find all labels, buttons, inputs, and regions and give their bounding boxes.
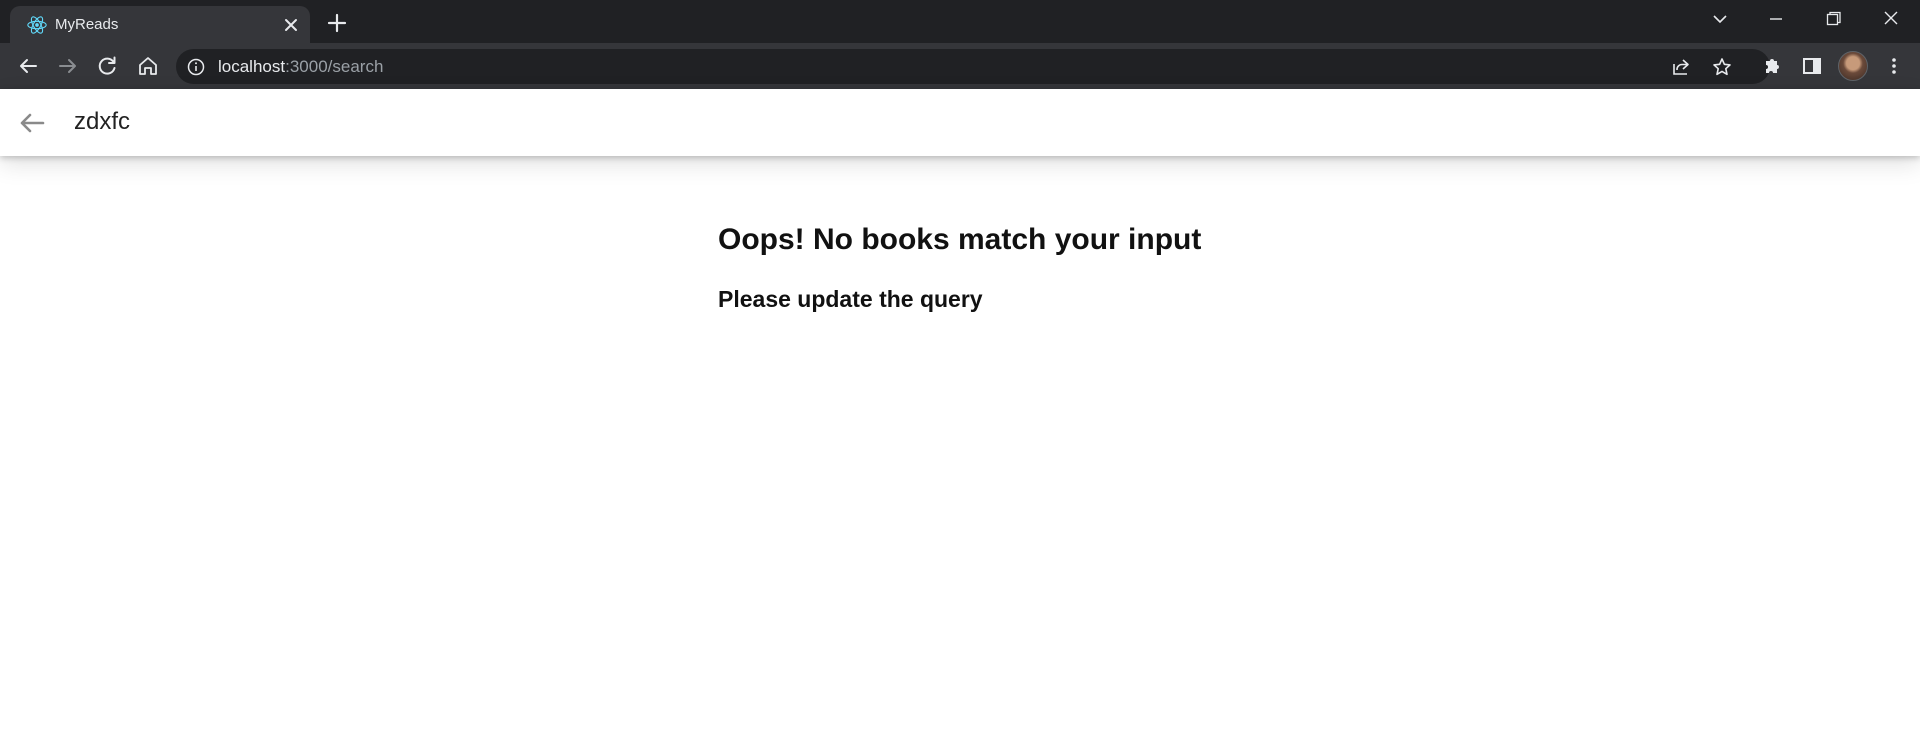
share-icon[interactable] — [1670, 56, 1692, 78]
new-tab-icon[interactable] — [324, 10, 350, 36]
close-tab-icon[interactable] — [281, 15, 301, 35]
search-input[interactable] — [62, 101, 1862, 143]
star-icon[interactable] — [1711, 56, 1733, 78]
no-results-subheading: Please update the query — [718, 286, 983, 312]
address-url: localhost:3000/search — [218, 57, 383, 77]
minimize-icon[interactable] — [1760, 6, 1792, 32]
browser-tab[interactable]: MyReads — [10, 6, 310, 43]
reload-icon[interactable] — [93, 52, 121, 80]
address-bar[interactable]: localhost:3000/search — [176, 49, 1770, 84]
search-books-bar — [0, 89, 1920, 156]
browser-toolbar: localhost:3000/search — [0, 43, 1920, 89]
back-icon[interactable] — [14, 52, 42, 80]
profile-avatar[interactable] — [1838, 51, 1868, 81]
restore-icon[interactable] — [1817, 6, 1849, 32]
browser-tabstrip: MyReads — [0, 0, 1920, 43]
tab-search-icon[interactable] — [1704, 6, 1736, 32]
close-search-icon[interactable] — [16, 107, 48, 139]
no-results-heading: Oops! No books match your input — [718, 223, 1202, 256]
home-icon[interactable] — [134, 52, 162, 80]
react-icon — [27, 16, 47, 34]
tab-title: MyReads — [55, 16, 119, 33]
url-host: localhost — [218, 57, 286, 76]
url-path: :3000/search — [285, 57, 384, 76]
menu-icon[interactable] — [1880, 52, 1908, 80]
info-icon[interactable] — [186, 57, 206, 77]
forward-icon[interactable] — [54, 52, 82, 80]
side-panel-icon[interactable] — [1798, 52, 1826, 80]
search-results: Oops! No books match your input Please u… — [718, 222, 1418, 313]
extensions-icon[interactable] — [1758, 52, 1786, 80]
close-window-icon[interactable] — [1875, 6, 1907, 32]
